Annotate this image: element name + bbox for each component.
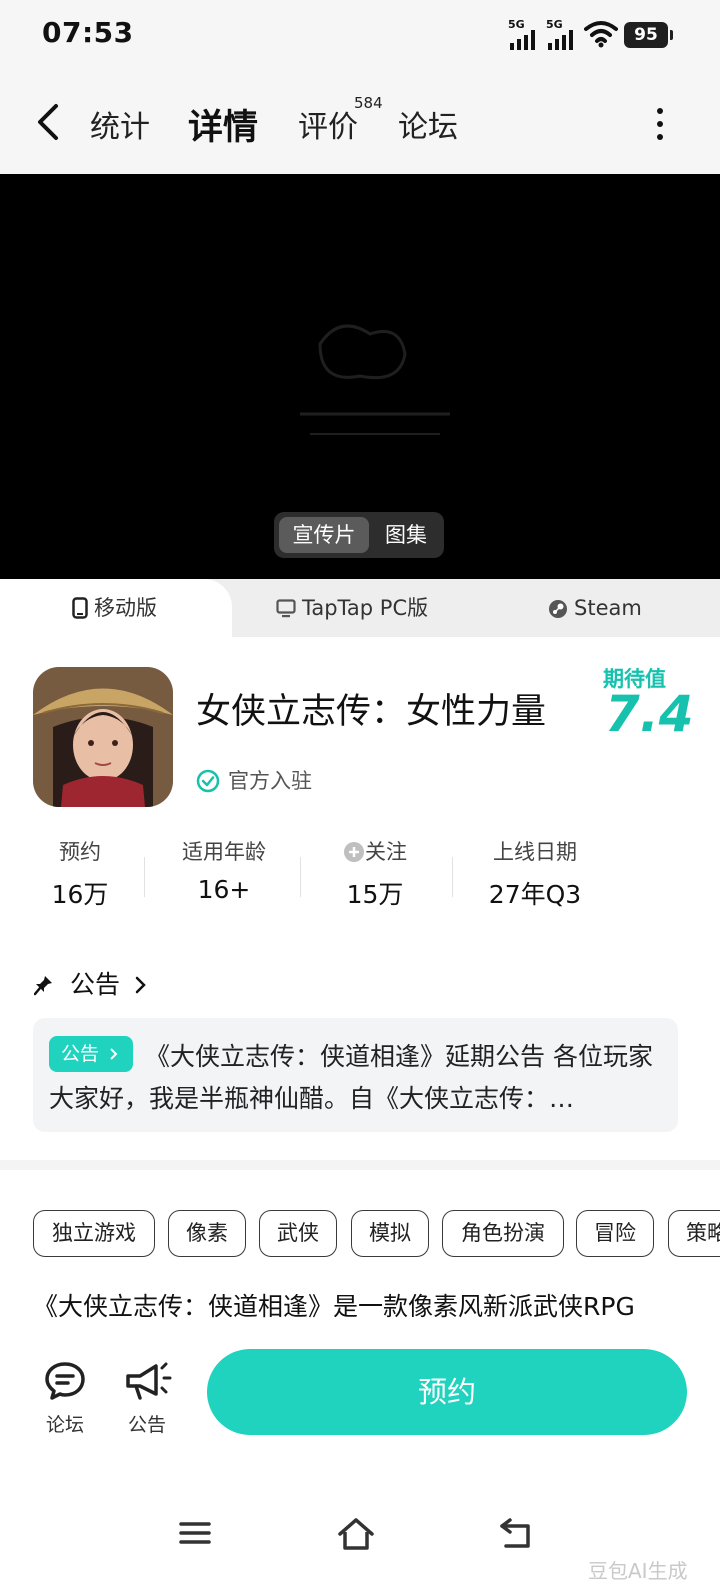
forum-action-label: 论坛 [45, 1414, 84, 1436]
reserve-button[interactable]: 预约 [207, 1349, 687, 1435]
tag[interactable]: 像素 [168, 1210, 246, 1257]
announcement-text: 《大侠立志传：侠道相逢》延期公告 各位玩家大家好，我是半瓶神仙醋。自《大侠立志传… [49, 1042, 653, 1113]
status-time: 07:53 [42, 16, 134, 49]
follow-plus-icon [344, 842, 364, 862]
tag-list: 独立游戏 像素 武侠 模拟 角色扮演 冒险 策略 [33, 1210, 720, 1258]
official-verified: 官方入驻 [196, 765, 312, 795]
media-toggle: 宣传片 图集 [274, 512, 444, 558]
top-nav: 统计 详情 评价 584 论坛 [0, 72, 720, 174]
ai-watermark: 豆包AI生成 [588, 1559, 688, 1583]
menu-icon[interactable] [178, 1516, 212, 1550]
stat-value: 27年Q3 [488, 880, 582, 909]
stat-value: 16+ [197, 875, 251, 904]
tag[interactable]: 角色扮演 [442, 1210, 564, 1257]
verified-check-icon [196, 769, 220, 793]
forum-action[interactable]: 论坛 [35, 1360, 95, 1437]
tab-forum[interactable]: 论坛 [398, 102, 458, 146]
game-description: 《大侠立志传：侠道相逢》是一款像素风新派武侠RPG [33, 1292, 635, 1321]
platform-tab-steam[interactable]: Steam [548, 579, 642, 637]
tag[interactable]: 模拟 [351, 1210, 429, 1257]
stat-label: 预约 [59, 840, 101, 864]
expectation-score: 7.4 [605, 685, 694, 743]
phone-icon [72, 597, 88, 619]
stats-row: 预约 16万 适用年龄 16+ 关注 15万 上线日期 27年Q3 [0, 837, 720, 947]
chevron-right-icon [135, 976, 146, 994]
toggle-gallery[interactable]: 图集 [372, 517, 440, 553]
game-icon[interactable] [33, 667, 173, 807]
pill-label: 公告 [61, 1043, 100, 1065]
stat-value: 16万 [51, 880, 109, 909]
megaphone-icon [126, 1362, 172, 1400]
toggle-trailer[interactable]: 宣传片 [279, 517, 369, 553]
reviews-count-badge: 584 [354, 94, 383, 112]
platform-tab-pc[interactable]: TapTap PC版 [276, 579, 428, 637]
stat-followers[interactable]: 关注 15万 [330, 837, 420, 911]
stat-label: 上线日期 [493, 840, 577, 864]
divider [452, 857, 453, 897]
divider [144, 857, 145, 897]
wifi-icon [584, 21, 618, 48]
video-logo-watermark [300, 324, 450, 435]
chat-bubble-icon [45, 1362, 85, 1400]
announcement-header[interactable]: 公告 [33, 965, 148, 1001]
back-icon[interactable] [498, 1516, 534, 1550]
battery-icon: 95 [624, 22, 673, 48]
stat-reservations: 预约 16万 [40, 837, 120, 911]
pin-icon [33, 976, 52, 996]
platform-tabs: 移动版 TapTap PC版 Steam [0, 579, 720, 637]
tab-stats[interactable]: 统计 [90, 102, 150, 146]
video-player[interactable]: 宣传片 图集 [0, 174, 720, 579]
stat-label: 关注 [330, 837, 420, 867]
home-icon[interactable] [336, 1516, 376, 1552]
more-options-icon[interactable] [650, 108, 670, 144]
notice-action-label: 公告 [127, 1414, 166, 1436]
stat-value: 15万 [346, 880, 404, 909]
announcement-pill: 公告 [49, 1036, 133, 1072]
tag[interactable]: 冒险 [576, 1210, 654, 1257]
divider [300, 857, 301, 897]
back-arrow-icon[interactable] [30, 100, 70, 144]
tab-reviews[interactable]: 评价 [298, 102, 358, 146]
status-bar: 07:53 5G 5G 95 [0, 0, 720, 72]
stat-label-text: 关注 [365, 840, 407, 864]
platform-label: 移动版 [94, 596, 157, 620]
platform-tab-mobile[interactable]: 移动版 [0, 579, 232, 637]
stat-label: 适用年龄 [182, 840, 266, 864]
section-separator [0, 1160, 720, 1170]
game-header: 女侠立志传：女性力量 官方入驻 期待值 7.4 [0, 637, 720, 837]
platform-label: Steam [574, 596, 642, 620]
monitor-icon [276, 599, 296, 618]
tag[interactable]: 武侠 [259, 1210, 337, 1257]
stat-release-date: 上线日期 27年Q3 [480, 837, 590, 911]
announcement-card[interactable]: 《大侠立志传：侠道相逢》延期公告 各位玩家大家好，我是半瓶神仙醋。自《大侠立志传… [33, 1018, 678, 1132]
steam-icon [549, 600, 567, 618]
verified-label: 官方入驻 [228, 769, 312, 793]
announcement-heading: 公告 [69, 970, 120, 999]
stat-age-rating: 适用年龄 16+ [164, 837, 284, 904]
chevron-right-icon [110, 1048, 118, 1060]
platform-label: TapTap PC版 [302, 596, 429, 620]
tab-details-label: 详情 [188, 108, 259, 148]
tab-details[interactable]: 详情 [186, 99, 261, 150]
game-title: 女侠立志传：女性力量 [196, 692, 547, 732]
notice-action[interactable]: 公告 [117, 1360, 177, 1437]
tag[interactable]: 策略 [668, 1210, 720, 1257]
tag[interactable]: 独立游戏 [33, 1210, 155, 1257]
